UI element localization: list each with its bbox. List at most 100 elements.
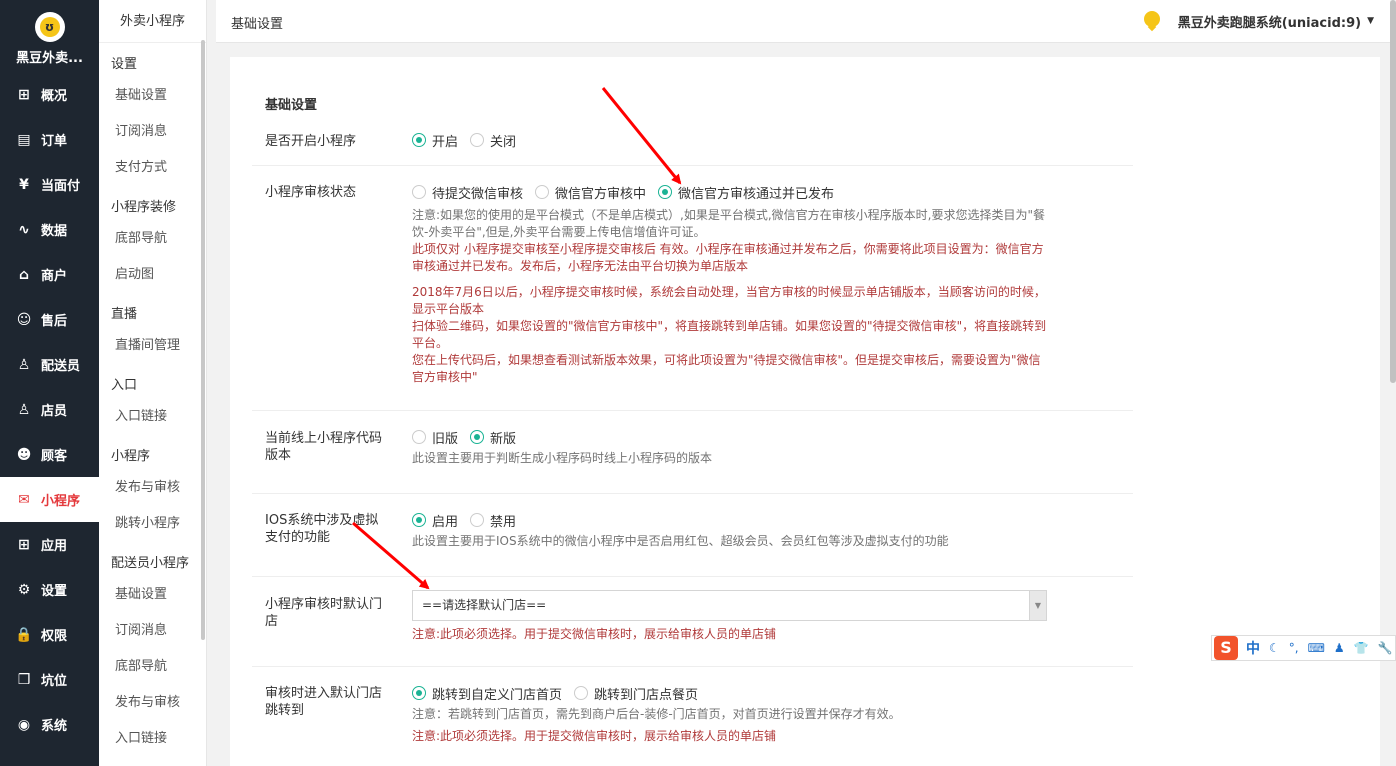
jump-row: 审核时进入默认门店跳转到 跳转到自定义门店首页 跳转到门店点餐页 注意：若跳转到门… (252, 667, 1133, 766)
version-option[interactable]: 旧版 (412, 428, 458, 447)
wrench-icon[interactable]: 🔧 (1378, 641, 1393, 655)
radio-icon[interactable] (470, 430, 485, 444)
default-store-row: 小程序审核时默认门店 ==请选择默认门店== ▼ 注意:此项必须选择。用于提交微… (252, 577, 1133, 667)
radio-icon[interactable] (412, 686, 426, 700)
sidebar-item-9[interactable]: ✉ 小程序 (0, 477, 99, 522)
sub-menu-item[interactable]: 底部导航 (99, 221, 206, 257)
audit-warning-1: 此项仅对 小程序提交审核至小程序提交审核后 有效。小程序在审核通过并发布之后，你… (412, 242, 1044, 273)
audit-option[interactable]: 微信官方审核中 (535, 183, 646, 202)
radio-icon[interactable] (470, 133, 485, 147)
default-store-value: ==请选择默认门店== (422, 598, 547, 612)
sidebar-item-6[interactable]: ♙ 配送员 (0, 342, 99, 387)
user-icon[interactable]: ♟ (1334, 641, 1345, 655)
sidebar-item-3[interactable]: ∿ 数据 (0, 207, 99, 252)
sub-menu-item[interactable]: 订阅消息 (99, 114, 206, 150)
version-radio-group: 旧版 新版 (412, 427, 1133, 447)
ios-radio-group: 启用 禁用 (412, 510, 1133, 530)
sidebar-item-4[interactable]: ⌂ 商户 (0, 252, 99, 297)
page-scrollbar-thumb[interactable] (1390, 0, 1396, 383)
sidebar-item-1[interactable]: ▤ 订单 (0, 117, 99, 162)
sub-menu-item[interactable]: 发布与审核 (99, 685, 206, 721)
version-option[interactable]: 新版 (470, 428, 516, 447)
sidebar-item-7[interactable]: ♙ 店员 (0, 387, 99, 432)
punctuation-icon[interactable]: °, (1289, 641, 1299, 655)
sidebar-item-14[interactable]: ◉ 系统 (0, 702, 99, 747)
keyboard-icon[interactable]: ⌨ (1308, 641, 1325, 655)
radio-icon[interactable] (535, 185, 550, 199)
brand-logo-icon: ʊ (34, 12, 65, 42)
sub-menu-item[interactable]: 直播间管理 (99, 328, 206, 364)
sub-menu-item[interactable]: 入口链接 (99, 399, 206, 435)
sidebar-item-label: 设置 (41, 584, 68, 599)
sub-menu-item[interactable]: 启动图 (99, 257, 206, 293)
sidebar-item-label: 系统 (41, 719, 68, 734)
audit-warning-2: 2018年7月6日以后，小程序提交审核时候，系统会自动处理，当官方审核的时候显示… (412, 285, 1046, 316)
sidebar-item-13[interactable]: ❒ 坑位 (0, 657, 99, 702)
main-sidebar: ʊ 黑豆外卖... ⊞ 概况 ▤ 订单 ¥ 当面付 ∿ 数据 ⌂ 商户 ☺ 售后 ♙ 配送员 ♙ 店员 ☻ 顾客 ✉… (0, 0, 99, 766)
sub-menu-scrollbar[interactable] (201, 40, 205, 640)
customer-icon: ☻ (16, 446, 32, 463)
sidebar-item-label: 顾客 (41, 449, 68, 464)
radio-icon[interactable] (412, 430, 426, 444)
ios-option-label: 禁用 (490, 514, 517, 530)
sub-menu-item[interactable]: 发布与审核 (99, 470, 206, 506)
enable-row: 是否开启小程序 开启 关闭 (252, 122, 1133, 166)
sub-menu-item[interactable]: 底部导航 (99, 649, 206, 685)
radio-icon[interactable] (412, 133, 426, 147)
sub-menu-item[interactable]: 支付方式 (99, 150, 206, 186)
audit-option[interactable]: 待提交微信审核 (412, 183, 523, 202)
service-icon: ☺ (16, 311, 32, 328)
jump-option[interactable]: 跳转到门店点餐页 (574, 684, 698, 703)
sub-menu-group: 小程序 (111, 449, 151, 464)
breadcrumb: 基础设置 (231, 17, 284, 32)
radio-icon[interactable] (574, 686, 589, 700)
ime-language-toggle[interactable]: 中 (1246, 638, 1260, 658)
settings-card: 基础设置 是否开启小程序 开启 关闭 小程序审核状态 待提交微信审核 微信官方审核中… (230, 57, 1380, 766)
sogou-logo-icon[interactable]: S (1214, 636, 1238, 660)
cube-icon: ❒ (17, 671, 31, 688)
dropdown-arrow-icon[interactable]: ▼ (1029, 591, 1046, 620)
sub-menu-item[interactable]: 基础设置 (99, 577, 206, 613)
default-store-label: 小程序审核时默认门店 (265, 597, 383, 629)
brand-block[interactable]: ʊ 黑豆外卖... (0, 0, 99, 72)
version-option-label: 旧版 (432, 431, 459, 447)
radio-icon[interactable] (470, 513, 485, 527)
ios-help: 此设置主要用于IOS系统中的微信小程序中是否启用红包、超级会员、会员红包等涉及虚… (412, 534, 949, 548)
sub-menu-item[interactable]: 订阅消息 (99, 613, 206, 649)
ios-option[interactable]: 启用 (412, 511, 458, 530)
sidebar-item-11[interactable]: ⚙ 设置 (0, 567, 99, 612)
ios-option-label: 启用 (432, 514, 459, 530)
section-title: 基础设置 (265, 98, 318, 113)
sub-menu-group: 设置 (111, 57, 138, 72)
enable-option[interactable]: 开启 (412, 131, 458, 150)
version-help: 此设置主要用于判断生成小程序码时线上小程序码的版本 (412, 451, 713, 465)
sub-menu-item[interactable]: 基础设置 (99, 78, 206, 114)
sidebar-item-8[interactable]: ☻ 顾客 (0, 432, 99, 477)
radio-icon[interactable] (658, 185, 673, 199)
user-menu[interactable]: 黑豆外卖跑腿系统(uniacid:9) ▼ (1143, 11, 1374, 32)
audit-option[interactable]: 微信官方审核通过并已发布 (658, 183, 834, 202)
jump-option[interactable]: 跳转到自定义门店首页 (412, 684, 562, 703)
sidebar-item-2[interactable]: ¥ 当面付 (0, 162, 99, 207)
radio-icon[interactable] (412, 185, 426, 199)
ios-option[interactable]: 禁用 (470, 511, 516, 530)
audit-label: 小程序审核状态 (265, 185, 357, 200)
sidebar-item-12[interactable]: 🔒 权限 (0, 612, 99, 657)
clerk-icon: ♙ (17, 401, 31, 418)
radio-icon[interactable] (412, 513, 426, 527)
jump-radio-group: 跳转到自定义门店首页 跳转到门店点餐页 (412, 683, 1133, 703)
skin-icon[interactable]: 👕 (1354, 641, 1369, 655)
sub-menu-item[interactable]: 入口链接 (99, 721, 206, 757)
moon-icon[interactable]: ☾ (1269, 641, 1280, 655)
dashboard-icon: ⊞ (18, 86, 30, 103)
sidebar-item-label: 店员 (41, 404, 68, 419)
sidebar-item-0[interactable]: ⊞ 概况 (0, 72, 99, 117)
ime-toolbar[interactable]: S 中 ☾ °, ⌨ ♟ 👕 🔧 (1211, 635, 1396, 661)
sidebar-item-label: 配送员 (41, 359, 81, 374)
default-store-select[interactable]: ==请选择默认门店== ▼ (412, 590, 1047, 621)
sidebar-item-5[interactable]: ☺ 售后 (0, 297, 99, 342)
sub-menu-item[interactable]: 跳转小程序 (99, 506, 206, 542)
sidebar-item-10[interactable]: ⊞ 应用 (0, 522, 99, 567)
top-bar: 基础设置 黑豆外卖跑腿系统(uniacid:9) ▼ (216, 0, 1390, 43)
enable-option[interactable]: 关闭 (470, 131, 516, 150)
